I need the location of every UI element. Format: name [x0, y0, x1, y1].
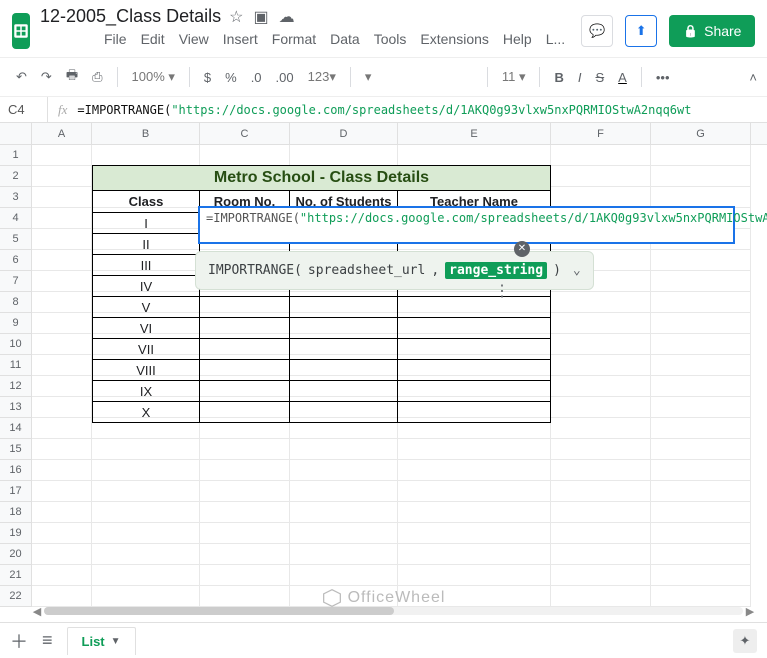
column-header-E[interactable]: E	[398, 123, 551, 144]
zoom-select[interactable]: 100% ▾	[126, 67, 181, 87]
menu-extensions[interactable]: Extensions	[414, 29, 494, 49]
currency-button[interactable]: $	[198, 66, 217, 89]
row-header-4[interactable]: 4	[0, 208, 31, 229]
explore-button[interactable]: ✦	[733, 629, 757, 653]
name-box[interactable]: C4	[0, 97, 48, 122]
table-row: X	[92, 402, 551, 423]
row-header-8[interactable]: 8	[0, 292, 31, 313]
cell-formula-editor[interactable]: =IMPORTRANGE("https://docs.google.com/sp…	[198, 206, 735, 244]
class-details-table: Metro School - Class Details Class Room …	[92, 165, 551, 423]
table-row: IX	[92, 381, 551, 402]
all-sheets-button[interactable]: ≡	[42, 630, 53, 651]
helper-expand-icon[interactable]: ⌄	[573, 263, 581, 278]
row-header-5[interactable]: 5	[0, 229, 31, 250]
row-header-20[interactable]: 20	[0, 544, 31, 565]
menu-insert[interactable]: Insert	[217, 29, 264, 49]
toolbar: ↶ ↷ 🖶 ⎙ 100% ▾ $ % .0 .00 123▾ ▾ 11 ▾ B …	[0, 57, 767, 97]
decrease-decimal-button[interactable]: .0	[245, 66, 268, 89]
table-row: VIII	[92, 360, 551, 381]
column-headers: ABCDEFG	[32, 123, 767, 145]
row-headers: 12345678910111213141516171819202122	[0, 145, 32, 607]
menu-l[interactable]: L...	[540, 29, 571, 49]
row-header-3[interactable]: 3	[0, 187, 31, 208]
menu-bar: FileEditViewInsertFormatDataToolsExtensi…	[40, 27, 571, 55]
row-header-14[interactable]: 14	[0, 418, 31, 439]
print-button[interactable]: 🖶	[60, 62, 84, 92]
italic-button[interactable]: I	[572, 66, 588, 89]
sheet-tab-list[interactable]: List▼	[67, 627, 136, 655]
close-editor-icon[interactable]: ✕	[514, 241, 530, 257]
text-color-button[interactable]: A	[612, 66, 633, 89]
row-header-1[interactable]: 1	[0, 145, 31, 166]
font-size-select[interactable]: 11 ▾	[496, 67, 532, 87]
column-header-F[interactable]: F	[551, 123, 651, 144]
horizontal-scrollbar[interactable]: ◀ ▶	[30, 604, 757, 618]
column-header-D[interactable]: D	[290, 123, 398, 144]
header-class: Class	[92, 191, 200, 213]
paint-format-button[interactable]: ⎙	[86, 65, 108, 89]
undo-button[interactable]: ↶	[10, 65, 33, 89]
row-header-16[interactable]: 16	[0, 460, 31, 481]
fx-label: fx	[48, 102, 77, 118]
menu-tools[interactable]: Tools	[368, 29, 413, 49]
row-header-9[interactable]: 9	[0, 313, 31, 334]
menu-edit[interactable]: Edit	[135, 29, 171, 49]
column-header-B[interactable]: B	[92, 123, 200, 144]
table-row: VII	[92, 339, 551, 360]
number-format-select[interactable]: 123▾	[302, 67, 342, 87]
sheet-tab-dropdown-icon[interactable]: ▼	[111, 636, 121, 647]
select-all-corner[interactable]	[0, 123, 32, 145]
row-header-19[interactable]: 19	[0, 523, 31, 544]
row-header-7[interactable]: 7	[0, 271, 31, 292]
redo-button[interactable]: ↷	[35, 65, 58, 89]
row-header-13[interactable]: 13	[0, 397, 31, 418]
column-header-G[interactable]: G	[651, 123, 751, 144]
row-header-18[interactable]: 18	[0, 502, 31, 523]
move-icon[interactable]: ▣	[253, 7, 268, 27]
row-header-12[interactable]: 12	[0, 376, 31, 397]
document-title[interactable]: 12-2005_Class Details	[40, 6, 221, 27]
row-header-6[interactable]: 6	[0, 250, 31, 271]
scroll-left-icon[interactable]: ◀	[30, 605, 44, 618]
formula-helper-tooltip: IMPORTRANGE( spreadsheet_url, range_stri…	[195, 251, 594, 290]
menu-data[interactable]: Data	[324, 29, 366, 49]
strikethrough-button[interactable]: S	[590, 66, 611, 89]
row-header-21[interactable]: 21	[0, 565, 31, 586]
menu-format[interactable]: Format	[266, 29, 322, 49]
row-header-11[interactable]: 11	[0, 355, 31, 376]
helper-arg2-active: range_string	[445, 262, 547, 279]
helper-arg1: spreadsheet_url	[308, 263, 425, 278]
scroll-right-icon[interactable]: ▶	[743, 605, 757, 618]
font-select[interactable]: ▾	[359, 67, 479, 87]
row-header-2[interactable]: 2	[0, 166, 31, 187]
bold-button[interactable]: B	[548, 66, 569, 89]
formula-bar-input[interactable]: =IMPORTRANGE("https://docs.google.com/sp…	[77, 103, 767, 117]
add-sheet-button[interactable]: ＋	[10, 628, 28, 654]
column-header-A[interactable]: A	[32, 123, 92, 144]
column-header-C[interactable]: C	[200, 123, 290, 144]
table-title: Metro School - Class Details	[92, 165, 551, 191]
table-row: V	[92, 297, 551, 318]
percent-button[interactable]: %	[219, 66, 243, 89]
present-button[interactable]: ⬆	[625, 15, 657, 47]
helper-menu-icon[interactable]: ⋮	[494, 281, 510, 301]
sheets-logo[interactable]	[12, 13, 30, 49]
menu-file[interactable]: File	[98, 29, 133, 49]
star-icon[interactable]: ☆	[229, 7, 243, 27]
comments-button[interactable]: 💬	[581, 15, 613, 47]
increase-decimal-button[interactable]: .00	[270, 66, 300, 89]
table-row: VI	[92, 318, 551, 339]
more-toolbar-button[interactable]: •••	[650, 66, 676, 89]
collapse-toolbar-icon[interactable]: ˄	[749, 70, 757, 85]
row-header-15[interactable]: 15	[0, 439, 31, 460]
share-button[interactable]: Share	[669, 15, 755, 47]
cloud-icon[interactable]: ☁	[279, 7, 295, 27]
row-header-17[interactable]: 17	[0, 481, 31, 502]
row-header-10[interactable]: 10	[0, 334, 31, 355]
menu-view[interactable]: View	[173, 29, 215, 49]
helper-function-name: IMPORTRANGE(	[208, 263, 302, 278]
menu-help[interactable]: Help	[497, 29, 538, 49]
